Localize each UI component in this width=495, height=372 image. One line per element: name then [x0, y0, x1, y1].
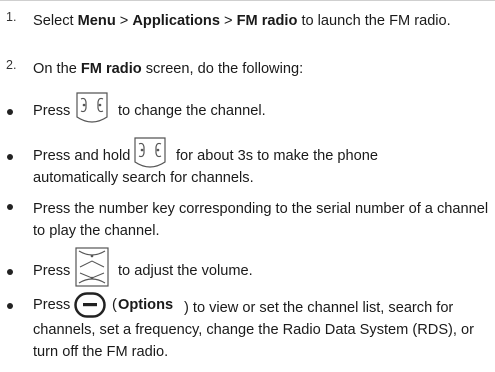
bullet-text-after: to change the channel.: [118, 103, 266, 119]
bullet-text-before: Press: [33, 103, 71, 119]
fm-radio-label: FM radio: [236, 13, 298, 29]
bullet-dot: [7, 204, 13, 210]
applications-label: Applications: [132, 13, 220, 29]
navigation-left-right-keys-icon: [134, 137, 166, 168]
bullet-dot: [7, 109, 13, 115]
top-divider: [0, 0, 495, 1]
bullet-dot: [7, 269, 13, 275]
bullet-text-line2: automatically search for channels.: [33, 170, 254, 186]
bullet-text-after: to adjust the volume.: [118, 263, 253, 279]
bullet-text-before: Press: [33, 263, 71, 279]
bullet-dot: [7, 303, 13, 309]
fm-radio-label: FM radio: [80, 61, 142, 77]
bullet-text-after: for about 3s to make the phone: [176, 148, 379, 164]
navigation-left-right-keys-icon: [76, 92, 108, 123]
bullet-dot: [7, 154, 13, 160]
navigation-up-down-keys-icon: [75, 247, 109, 287]
step-number: 1.: [6, 10, 17, 24]
step-number: 2.: [6, 58, 17, 72]
step-text: On the FM radio screen, do the following…: [33, 61, 304, 77]
menu-label: Menu: [77, 13, 116, 29]
bullet-text-before: Press and hold: [33, 148, 131, 164]
step-text: Select Menu > Applications > FM radio to…: [33, 13, 451, 29]
bullet-text: Press the number key corresponding to th…: [33, 201, 489, 239]
bullet-text-after: ) to view or set the channel list, searc…: [33, 300, 475, 360]
